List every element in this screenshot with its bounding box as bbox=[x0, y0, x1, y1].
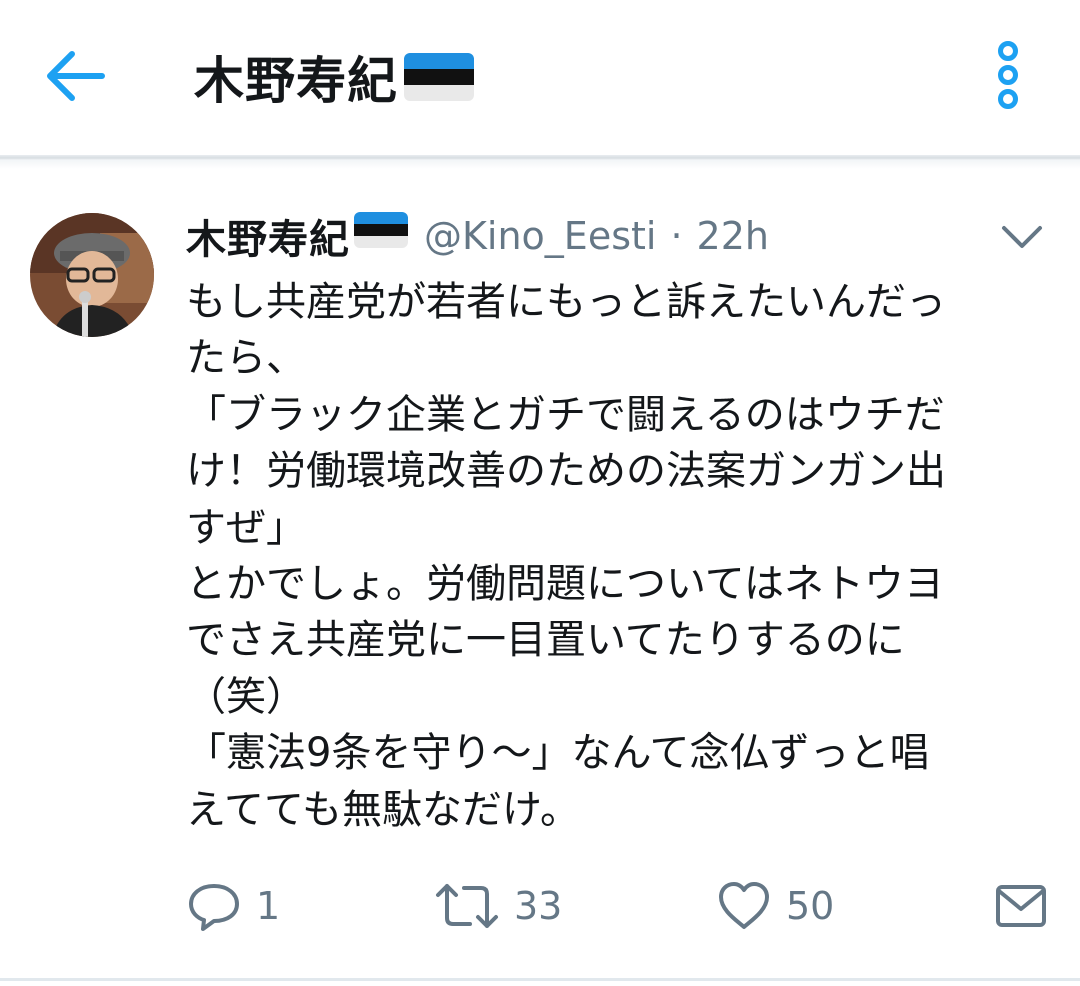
chevron-down-icon bbox=[1002, 226, 1042, 248]
tweet-text-line: もし共産党が若者にもっと訴えたいんだっ bbox=[186, 279, 946, 325]
estonia-flag-icon bbox=[354, 212, 408, 248]
tweet-text: もし共産党が若者にもっと訴えたいんだっ たら、 「ブラック企業とガチで闘えるのは… bbox=[186, 274, 1056, 838]
avatar-photo-icon bbox=[30, 213, 154, 337]
tweet-divider bbox=[0, 978, 1080, 981]
retweet-count: 33 bbox=[514, 884, 563, 928]
author-avatar[interactable] bbox=[30, 213, 154, 337]
reply-button[interactable]: 1 bbox=[186, 878, 280, 934]
tweet-timestamp[interactable]: 22h bbox=[697, 214, 769, 258]
appbar-divider bbox=[0, 155, 1080, 169]
direct-message-button[interactable] bbox=[994, 878, 1048, 934]
like-count: 50 bbox=[786, 884, 835, 928]
reply-count: 1 bbox=[256, 884, 281, 928]
tweet-text-line: すぜ」 bbox=[186, 504, 306, 551]
like-button[interactable]: 50 bbox=[716, 878, 834, 934]
tweet-text-line: たら、 bbox=[186, 335, 306, 382]
author-name[interactable]: 木野寿紀 bbox=[186, 207, 350, 265]
top-app-bar: 木野寿紀 bbox=[0, 0, 1080, 155]
retweet-button[interactable]: 33 bbox=[434, 878, 562, 934]
tweet-text-line: 「ブラック企業とガチで闘えるのはウチだ bbox=[186, 391, 945, 438]
heart-icon bbox=[719, 882, 769, 929]
more-options-button[interactable] bbox=[988, 40, 1028, 116]
estonia-flag-icon bbox=[404, 53, 474, 101]
tweet-text-line: とかでしょ。労働問題についてはネトウヨ bbox=[186, 560, 944, 607]
tweet-text-line: け！労働環境改善のための法案ガンガン出 bbox=[186, 448, 946, 495]
tweet-menu-button[interactable] bbox=[998, 216, 1046, 256]
back-button[interactable] bbox=[40, 44, 110, 108]
reply-icon bbox=[189, 884, 239, 931]
separator-dot: · bbox=[670, 214, 683, 258]
tweet-text-line: でさえ共産党に一目置いてたりするのに bbox=[186, 617, 905, 664]
tweet-text-line: えてても無駄なだけ。 bbox=[186, 786, 580, 833]
profile-name: 木野寿紀 bbox=[194, 52, 398, 110]
tweet-header: 木野寿紀 @Kino_Eesti · 22h bbox=[186, 205, 769, 267]
profile-title: 木野寿紀 bbox=[194, 42, 474, 112]
vertical-dots-icon bbox=[998, 41, 1018, 109]
envelope-icon bbox=[996, 885, 1046, 927]
author-handle[interactable]: @Kino_Eesti bbox=[424, 214, 656, 258]
retweet-icon bbox=[436, 884, 498, 928]
tweet-text-line: 「憲法9条を守り～」なんて念仏ずっと唱 bbox=[186, 730, 930, 777]
arrow-left-icon bbox=[47, 51, 105, 101]
tweet-text-line: （笑） bbox=[186, 673, 306, 720]
